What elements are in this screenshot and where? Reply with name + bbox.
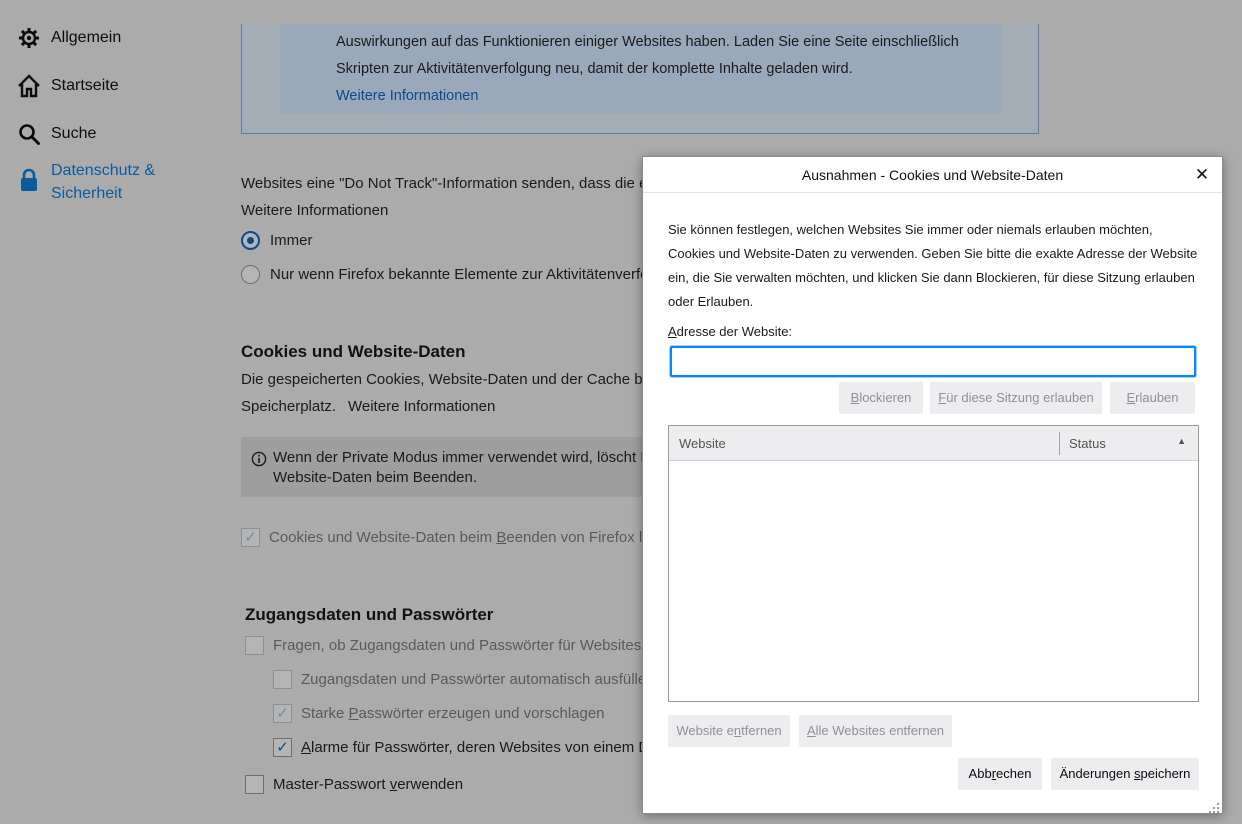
private-mode-info-line1: Wenn der Private Modus immer verwendet w…: [273, 449, 650, 466]
address-label: Adresse der Website:: [668, 324, 793, 339]
tracking-info-inner: Auswirkungen auf das Funktionieren einig…: [280, 24, 1002, 113]
exceptions-table: Website Status ▲: [668, 425, 1199, 702]
column-header-website[interactable]: Website: [679, 436, 726, 451]
cookies-more-info-link[interactable]: Weitere Informationen: [348, 398, 495, 415]
dnt-known-label: Nur wenn Firefox bekannte Elemente zur A…: [270, 266, 649, 283]
autofill-checkbox[interactable]: [273, 670, 292, 689]
address-input[interactable]: [670, 346, 1196, 377]
ask-save-label: Fragen, ob Zugangsdaten und Passwörter f…: [273, 637, 654, 654]
dialog-description-line2: Cookies und Website-Daten zu verwenden. …: [668, 246, 1198, 261]
breach-alerts-label: Alarme für Passwörter, deren Websites vo…: [301, 739, 658, 756]
remove-all-websites-button[interactable]: Alle Websites entfernen: [799, 715, 952, 747]
cookie-exceptions-dialog: Ausnahmen - Cookies und Website-Daten ✕ …: [642, 156, 1223, 814]
private-mode-info-line2: Website-Daten beim Beenden.: [273, 469, 478, 486]
dnt-known-radio[interactable]: [241, 265, 260, 284]
cookies-heading: Cookies und Website-Daten: [241, 342, 466, 361]
autofill-label: Zugangsdaten und Passwörter automatisch …: [301, 671, 652, 688]
dnt-description: Websites eine "Do Not Track"-Information…: [241, 175, 648, 192]
cookies-description: Die gespeicherten Cookies, Website-Daten…: [241, 371, 651, 388]
tracking-info-box: Auswirkungen auf das Funktionieren einig…: [241, 24, 1039, 134]
passwords-heading: Zugangsdaten und Passwörter: [245, 605, 494, 624]
breach-alerts-checkbox[interactable]: ✓: [273, 738, 292, 757]
cookies-storage-label: Speicherplatz.: [241, 398, 337, 415]
info-icon: [251, 451, 267, 472]
column-separator[interactable]: [1059, 432, 1060, 455]
dialog-description-line1: Sie können festlegen, welchen Websites S…: [668, 222, 1153, 237]
close-icon[interactable]: ✕: [1192, 165, 1212, 185]
block-button[interactable]: Blockieren: [839, 382, 923, 414]
dnt-always-radio[interactable]: [241, 231, 260, 250]
dialog-title: Ausnahmen - Cookies und Website-Daten: [643, 157, 1222, 193]
private-mode-info: Wenn der Private Modus immer verwendet w…: [241, 437, 651, 497]
allow-button[interactable]: Erlauben: [1110, 382, 1195, 414]
strong-passwords-checkbox[interactable]: ✓: [273, 704, 292, 723]
dialog-description-line3: ein, die Sie verwalten möchten, und klic…: [668, 270, 1195, 285]
remove-website-button[interactable]: Website entfernen: [668, 715, 790, 747]
tracking-more-info-link[interactable]: Weitere Informationen: [336, 83, 1002, 110]
master-password-checkbox[interactable]: [245, 775, 264, 794]
table-header: Website Status ▲: [669, 426, 1198, 461]
cancel-button[interactable]: Abbrechen: [958, 758, 1042, 790]
sort-ascending-icon: ▲: [1177, 436, 1186, 446]
allow-session-button[interactable]: Für diese Sitzung erlauben: [930, 382, 1102, 414]
save-changes-button[interactable]: Änderungen speichern: [1051, 758, 1199, 790]
delete-on-close-label: Cookies und Website-Daten beim Beenden v…: [269, 529, 651, 546]
master-password-label: Master-Passwort verwenden: [273, 776, 464, 793]
dialog-description-line4: oder Erlauben.: [668, 294, 754, 309]
column-header-status[interactable]: Status: [1069, 436, 1106, 451]
dialog-description: Sie können festlegen, welchen Websites S…: [668, 218, 1208, 314]
tracking-info-line2: Skripten zur Aktivitätenverfolgung neu, …: [336, 61, 853, 77]
dnt-more-info-link[interactable]: Weitere Informationen: [241, 202, 388, 219]
strong-passwords-label: Starke Passwörter erzeugen und vorschlag…: [301, 705, 605, 722]
tracking-info-line1: Auswirkungen auf das Funktionieren einig…: [336, 34, 959, 50]
ask-save-checkbox[interactable]: [245, 636, 264, 655]
dnt-always-label: Immer: [270, 232, 313, 249]
resize-grip-icon[interactable]: [1209, 800, 1219, 813]
delete-on-close-checkbox[interactable]: ✓: [241, 528, 260, 547]
